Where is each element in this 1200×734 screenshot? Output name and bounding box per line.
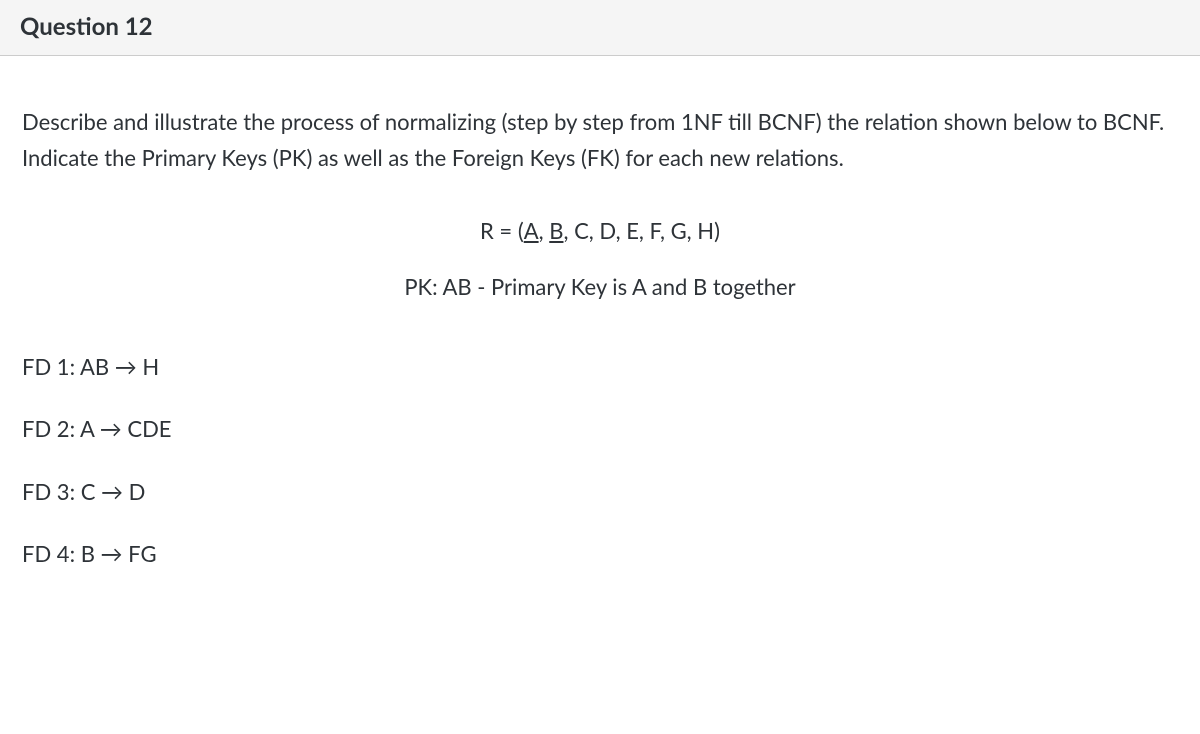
fd-item: FD 4: B → FG [22,536,1178,572]
fd-list: FD 1: AB → H FD 2: A → CDE FD 3: C → D F… [22,349,1178,572]
question-header: Question 12 [0,0,1200,56]
relation-key-b: B [549,217,563,244]
relation-key-a: A [524,217,539,244]
question-title: Question 12 [20,12,1180,41]
relation-prefix: R = ( [480,217,524,244]
relation-sep1: , [539,217,550,244]
fd-item: FD 3: C → D [22,474,1178,510]
question-body: Describe and illustrate the process of n… [0,56,1200,592]
primary-key-line: PK: AB - Primary Key is A and B together [22,269,1178,305]
fd-item: FD 2: A → CDE [22,411,1178,447]
instruction-text: Describe and illustrate the process of n… [22,104,1178,177]
relation-suffix: , C, D, E, F, G, H) [563,217,720,244]
relation-definition: R = (A, B, C, D, E, F, G, H) [22,213,1178,249]
fd-item: FD 1: AB → H [22,349,1178,385]
